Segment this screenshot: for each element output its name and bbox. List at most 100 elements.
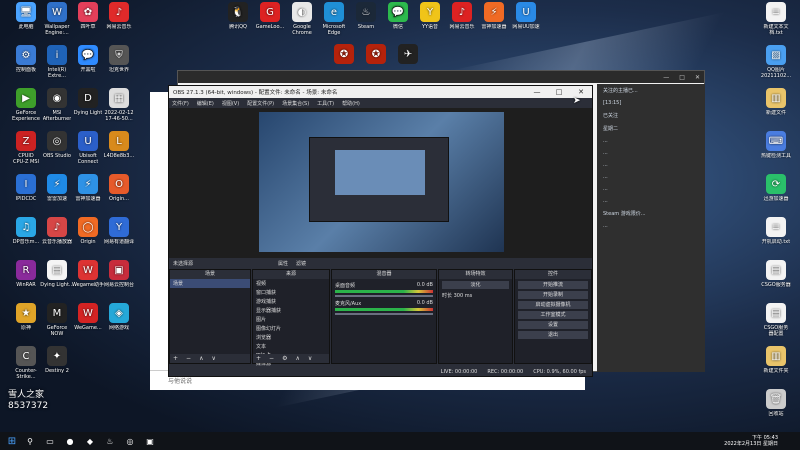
source-settings-button[interactable]: ⚙ bbox=[282, 355, 287, 362]
obs-titlebar[interactable]: OBS 27.1.3 (64-bit, windows) - 配置文件: 未命名… bbox=[169, 86, 592, 98]
transition-select[interactable]: 淡化 bbox=[442, 281, 509, 289]
source-item[interactable]: 图像幻灯片 bbox=[253, 324, 329, 333]
taskbar-app-icon[interactable]: ◆ bbox=[80, 437, 100, 446]
move-up-button[interactable]: ∧ bbox=[295, 355, 299, 362]
app-icon: ▥ bbox=[766, 346, 786, 366]
search-icon[interactable]: ⚲ bbox=[20, 437, 40, 446]
taskbar-app-icon[interactable]: ♨ bbox=[100, 437, 120, 446]
source-item[interactable]: 显示器捕获 bbox=[253, 306, 329, 315]
remove-source-button[interactable]: − bbox=[269, 355, 274, 362]
desktop-icon[interactable]: ⛨ 坦克世界 bbox=[95, 45, 143, 83]
maximize-icon[interactable]: □ bbox=[548, 88, 570, 96]
taskbar-app-icon[interactable]: ◎ bbox=[120, 437, 140, 446]
controls-dock: 控件 开始推流 开始录制 启动虚拟摄像机 工作室模式 设置 退出 bbox=[514, 269, 592, 364]
source-item[interactable]: 窗口捕获 bbox=[253, 288, 329, 297]
mouse-cursor-icon: ➤ bbox=[573, 96, 581, 106]
source-item[interactable]: 图片 bbox=[253, 315, 329, 324]
desktop-icon[interactable]: ▤ CSGO服务 器配置 bbox=[752, 303, 800, 341]
start-streaming-button[interactable]: 开始推流 bbox=[518, 281, 588, 289]
obs-menu-bar: 文件(F) 编辑(E) 视图(V) 配置文件(P) 场景集合(S) 工具(T) … bbox=[169, 98, 592, 108]
move-up-button[interactable]: ∧ bbox=[199, 355, 203, 362]
maximize-icon[interactable]: □ bbox=[679, 74, 685, 81]
volume-slider[interactable] bbox=[335, 295, 433, 297]
desktop-icon[interactable]: ▥ 新建文件夹 bbox=[752, 346, 800, 384]
obs-preview-canvas[interactable] bbox=[259, 112, 504, 252]
volume-slider[interactable] bbox=[335, 313, 433, 315]
desktop-icon[interactable]: ▣ 网易云控制台 bbox=[95, 260, 143, 298]
menu-help[interactable]: 帮助(H) bbox=[342, 100, 360, 107]
taskbar-app-icon[interactable]: ▣ bbox=[140, 437, 160, 446]
chat-window-titlebar[interactable]: — □ ✕ bbox=[178, 71, 704, 83]
desktop-icon-label: 热键检测工具 bbox=[760, 153, 791, 159]
obs-preview-area[interactable] bbox=[169, 108, 592, 258]
menu-tools[interactable]: 工具(T) bbox=[317, 100, 334, 107]
app-icon: ≡ bbox=[766, 2, 786, 22]
properties-button[interactable]: 属性 bbox=[278, 260, 288, 267]
watermark-id: 8537372 bbox=[8, 401, 49, 411]
desktop-icon[interactable]: Y 网易有道翻译 bbox=[95, 217, 143, 255]
minimize-icon[interactable]: — bbox=[526, 88, 548, 96]
rec-status: REC: 00:00:00 bbox=[487, 368, 524, 375]
desktop-icon[interactable]: ◈ 网络游戏 bbox=[95, 303, 143, 341]
duration-label: 时长 bbox=[442, 293, 453, 299]
channel-level: 0.0 dB bbox=[416, 300, 433, 306]
desktop-icon-label: 腾讯QQ bbox=[229, 24, 247, 30]
taskbar-app-icon[interactable]: ● bbox=[60, 437, 80, 446]
desktop-icon[interactable]: ▦ 2022-02-12 17-46-50... bbox=[95, 88, 143, 126]
task-view-icon[interactable]: ▭ bbox=[40, 437, 60, 446]
minimize-icon[interactable]: — bbox=[663, 74, 669, 81]
desktop-icon[interactable]: ♪ 网易云音乐 bbox=[95, 2, 143, 40]
move-down-button[interactable]: ∨ bbox=[308, 355, 312, 362]
desktop-icon[interactable]: ≡ 新建文本文 档.txt bbox=[752, 2, 800, 40]
desktop-icon[interactable]: L L4D8e8b3... bbox=[95, 131, 143, 169]
close-icon[interactable]: ✕ bbox=[570, 88, 592, 96]
taskbar-clock[interactable]: 下午 05:43 2022年2月13日 星期日 bbox=[724, 435, 778, 447]
exit-button[interactable]: 退出 bbox=[518, 331, 588, 339]
app-icon: U bbox=[516, 2, 536, 22]
menu-profile[interactable]: 配置文件(P) bbox=[247, 100, 274, 107]
chat-input-placeholder: 与他说说 bbox=[168, 378, 193, 385]
desktop-icon[interactable]: 🗑 回收站 bbox=[752, 389, 800, 427]
chat-message: [13:15] bbox=[603, 100, 622, 106]
source-item[interactable]: 文本 bbox=[253, 342, 329, 351]
app-icon: ⛨ bbox=[109, 45, 129, 65]
source-item[interactable]: 游戏捕获 bbox=[253, 297, 329, 306]
desktop-icon[interactable]: ▨ QQ图片 20211102... bbox=[752, 45, 800, 83]
desktop-icon[interactable]: ⟳ 迅游加速器 bbox=[752, 174, 800, 212]
nested-obs-preview bbox=[309, 137, 449, 222]
chat-message: ... bbox=[603, 174, 608, 180]
menu-file[interactable]: 文件(F) bbox=[172, 100, 189, 107]
taskbar: ⊞ ⚲ ▭ ● ◆ ♨ ◎ ▣ 下午 05:43 2022年2月13日 星期日 bbox=[0, 432, 800, 450]
menu-view[interactable]: 视图(V) bbox=[222, 100, 239, 107]
filters-button[interactable]: 滤镜 bbox=[296, 260, 306, 267]
desktop-icon[interactable]: ▤ CSGO服务器 bbox=[752, 260, 800, 298]
studio-mode-button[interactable]: 工作室模式 bbox=[518, 311, 588, 319]
chat-message: 关注的主播已... bbox=[603, 88, 638, 94]
desktop-icon[interactable]: ⌨ 热键检测工具 bbox=[752, 131, 800, 169]
desktop-icon[interactable]: O Origin... bbox=[95, 174, 143, 212]
windows-start-icon[interactable]: ⊞ bbox=[4, 436, 20, 447]
add-source-button[interactable]: + bbox=[256, 355, 261, 362]
move-down-button[interactable]: ∨ bbox=[211, 355, 215, 362]
desktop-icon-label: YY语音 bbox=[421, 24, 439, 30]
add-scene-button[interactable]: + bbox=[173, 355, 178, 362]
scene-item[interactable]: 场景 bbox=[170, 279, 250, 288]
virtual-camera-button[interactable]: 启动虚拟摄像机 bbox=[518, 301, 588, 309]
desktop-icon[interactable]: U 网易UU加速 bbox=[502, 2, 550, 40]
menu-edit[interactable]: 编辑(E) bbox=[197, 100, 214, 107]
nested-preview-canvas bbox=[335, 150, 425, 195]
start-recording-button[interactable]: 开始录制 bbox=[518, 291, 588, 299]
desktop-icon-label: L4D8e8b3... bbox=[103, 153, 135, 159]
app-icon: ◈ bbox=[109, 303, 129, 323]
source-item[interactable]: 视频 bbox=[253, 279, 329, 288]
source-item[interactable]: 浏览器 bbox=[253, 333, 329, 342]
close-icon[interactable]: ✕ bbox=[695, 74, 700, 81]
obs-window[interactable]: OBS 27.1.3 (64-bit, windows) - 配置文件: 未命名… bbox=[168, 85, 593, 377]
desktop-icon[interactable]: ✦ Destiny 2 bbox=[33, 346, 81, 384]
remove-scene-button[interactable]: − bbox=[186, 355, 191, 362]
duration-input[interactable]: 300 ms bbox=[454, 293, 473, 299]
desktop-icon[interactable]: ▥ 新建文件 bbox=[752, 88, 800, 126]
menu-scene-collection[interactable]: 场景集合(S) bbox=[282, 100, 309, 107]
desktop-icon[interactable]: ≡ 开机启动.txt bbox=[752, 217, 800, 255]
settings-button[interactable]: 设置 bbox=[518, 321, 588, 329]
